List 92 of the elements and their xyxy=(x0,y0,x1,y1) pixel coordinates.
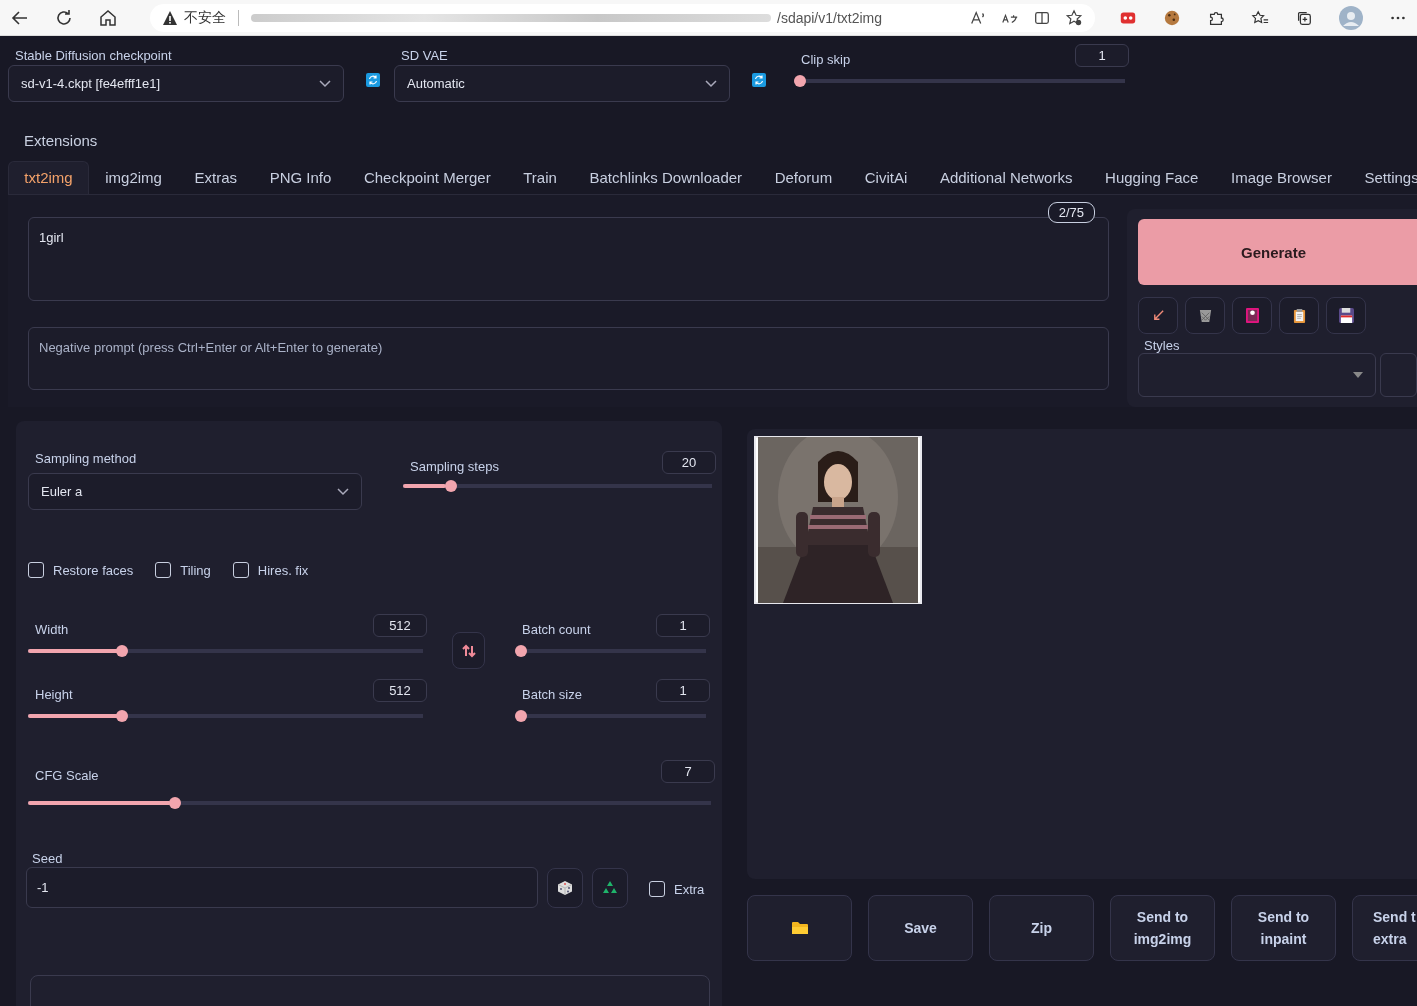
slider-thumb[interactable] xyxy=(794,75,806,87)
number-field[interactable]: 512 xyxy=(373,679,427,702)
token-counter: 2/75 xyxy=(1047,202,1095,223)
output-button[interactable]: Send to inpaint xyxy=(1231,895,1336,961)
tab[interactable]: txt2img xyxy=(8,161,89,194)
tab[interactable]: CivitAi xyxy=(848,161,924,194)
slider-label: CFG Scale xyxy=(35,768,99,783)
checkbox[interactable] xyxy=(649,881,665,897)
number-field[interactable]: 7 xyxy=(661,760,715,783)
tab[interactable]: img2img xyxy=(88,161,179,194)
trash-button[interactable] xyxy=(1185,297,1225,334)
swap-arrows-icon xyxy=(461,643,476,658)
address-bar[interactable]: 不安全 /sdapi/v1/txt2img xyxy=(150,3,1095,32)
checkbox[interactable] xyxy=(28,562,44,578)
checkbox[interactable] xyxy=(155,562,172,578)
output-button[interactable]: Send t extra xyxy=(1352,895,1417,961)
url-text: /sdapi/v1/txt2img xyxy=(777,9,883,26)
extensions-label: Extensions xyxy=(24,132,99,149)
slider-label: Height xyxy=(35,687,73,702)
refresh-button[interactable] xyxy=(366,73,380,87)
chevron-icon xyxy=(319,79,331,88)
tab[interactable]: Checkpoint Merger xyxy=(347,161,507,194)
tab[interactable]: Deforum xyxy=(758,161,849,194)
trash-icon xyxy=(1197,308,1213,323)
clipboard-icon xyxy=(1292,308,1306,323)
dice-icon xyxy=(557,880,573,896)
slider-label: Width xyxy=(35,622,69,637)
checkbox-label: Hires. fix xyxy=(257,562,309,578)
number-field[interactable]: 20 xyxy=(662,451,716,474)
output-button[interactable]: Send to img2img xyxy=(1110,895,1215,961)
checkbox-label: Tiling xyxy=(180,562,211,578)
number-field[interactable]: 1 xyxy=(1075,44,1129,67)
add-favorite-icon[interactable] xyxy=(1065,8,1083,27)
generate-button[interactable]: Generate xyxy=(1138,219,1417,285)
slider-label: Batch count xyxy=(522,622,591,637)
home-icon[interactable] xyxy=(98,7,118,28)
dropdown-arrow-icon xyxy=(1352,372,1363,378)
checkbox-label: Extra xyxy=(674,881,705,897)
tab[interactable]: PNG Info xyxy=(253,161,348,194)
output-button[interactable]: Zip xyxy=(989,895,1094,961)
styles-label: Styles xyxy=(1144,338,1181,353)
slider-thumb[interactable] xyxy=(168,797,181,809)
number-field[interactable]: 1 xyxy=(656,679,710,702)
slider-label: Sampling steps xyxy=(410,459,499,474)
picture-card-button[interactable] xyxy=(1232,297,1272,334)
slider-thumb[interactable] xyxy=(116,645,129,657)
slider-label: Clip skip xyxy=(801,52,851,67)
security-label: 不安全 xyxy=(184,8,226,27)
number-field[interactable]: 1 xyxy=(656,614,710,637)
number-field[interactable]: 512 xyxy=(373,614,427,637)
cookie-icon[interactable] xyxy=(1163,8,1181,27)
tab[interactable]: Train xyxy=(506,161,574,194)
tab[interactable]: Image Browser xyxy=(1214,161,1349,194)
slider-thumb[interactable] xyxy=(515,710,527,722)
output-button[interactable]: Save xyxy=(868,895,973,961)
chevron-icon xyxy=(337,487,349,496)
tab[interactable]: Batchlinks Downloader xyxy=(573,161,759,194)
recycle-button[interactable] xyxy=(592,868,628,908)
negative-prompt-field[interactable]: Negative prompt (press Ctrl+Enter or Alt+Enter to generate) xyxy=(28,327,1109,390)
slider-thumb[interactable] xyxy=(515,645,527,657)
field-label: SD VAE xyxy=(401,48,449,63)
refresh-button[interactable] xyxy=(752,73,766,87)
slider-label: Batch size xyxy=(522,687,582,702)
sampling-method-dropdown[interactable]: Euler a xyxy=(28,473,362,510)
slider-thumb[interactable] xyxy=(444,480,457,492)
recycle-icon xyxy=(602,880,618,896)
arrow-button[interactable] xyxy=(1138,297,1178,334)
checkbox-label: Restore faces xyxy=(53,562,134,578)
save-style-button[interactable] xyxy=(1326,297,1366,334)
warning-icon xyxy=(162,9,178,26)
folder-icon xyxy=(791,921,808,935)
tab[interactable]: Hugging Face xyxy=(1088,161,1215,194)
checkpoint-dropdown[interactable]: sd-v1-4.ckpt [fe4efff1e1] xyxy=(8,65,344,102)
tab[interactable]: Additional Networks xyxy=(923,161,1089,194)
checkbox[interactable] xyxy=(232,562,249,578)
arrow-icon xyxy=(1151,309,1165,322)
field-label: Stable Diffusion checkpoint xyxy=(15,48,173,63)
vae-dropdown[interactable]: Automatic xyxy=(394,65,730,102)
tab[interactable]: Extras xyxy=(178,161,254,194)
field-label: Sampling method xyxy=(34,451,138,466)
chevron-icon xyxy=(705,79,717,88)
dropdown-field[interactable] xyxy=(1379,353,1417,397)
slider-thumb[interactable] xyxy=(116,710,129,722)
dice-button[interactable] xyxy=(547,868,583,908)
clipboard-button[interactable] xyxy=(1279,297,1319,334)
prompt-field[interactable]: 1girl xyxy=(28,217,1109,301)
swap-dimensions-button[interactable] xyxy=(452,632,485,669)
seed-field[interactable]: -1 xyxy=(26,867,538,908)
refresh-icon[interactable] xyxy=(54,7,74,28)
field-label: Seed xyxy=(31,851,64,866)
picture-card-icon xyxy=(1245,308,1259,323)
open-folder-button[interactable] xyxy=(747,895,852,961)
